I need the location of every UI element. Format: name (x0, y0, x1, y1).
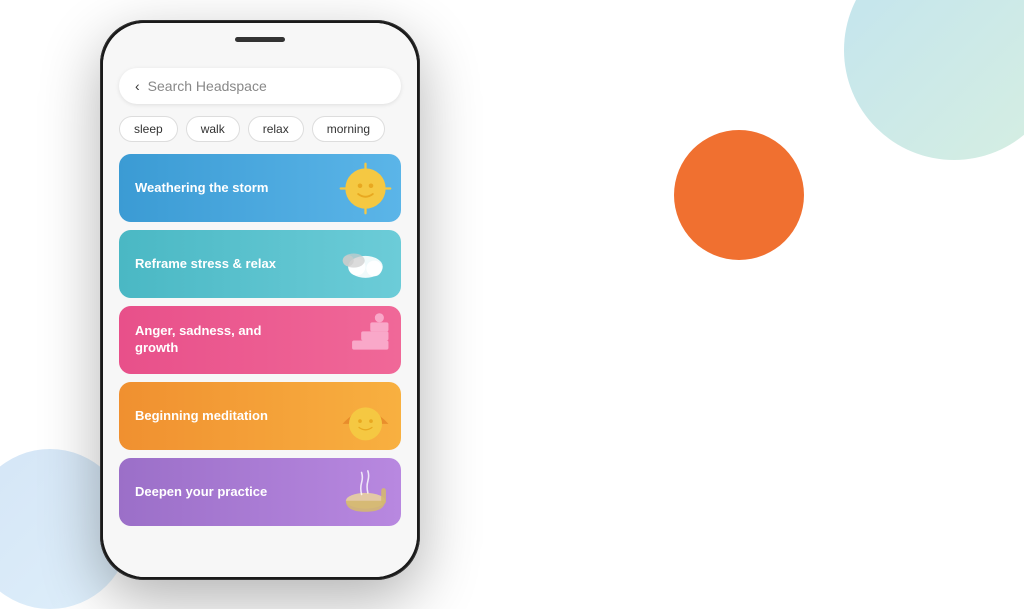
card-illustration-4 (260, 382, 401, 450)
cloud-icon (338, 242, 393, 287)
search-input[interactable]: Search Headspace (148, 78, 385, 94)
card-title-4: Beginning meditation (135, 408, 268, 425)
card-weathering-storm[interactable]: Weathering the storm (119, 154, 401, 222)
sun-icon (338, 161, 393, 216)
meditation-sun-icon (338, 389, 393, 444)
tag-relax[interactable]: relax (248, 116, 304, 142)
phone-body: ‹ Search Headspace sleep walk relax morn… (103, 23, 417, 577)
card-title-3: Anger, sadness, and growth (135, 323, 285, 357)
card-reframe-stress[interactable]: Reframe stress & relax (119, 230, 401, 298)
card-anger-sadness[interactable]: Anger, sadness, and growth (119, 306, 401, 374)
card-beginning-meditation[interactable]: Beginning meditation (119, 382, 401, 450)
orange-circle-decoration (674, 130, 804, 260)
card-illustration-1 (260, 154, 401, 222)
card-deepen-practice[interactable]: Deepen your practice (119, 458, 401, 526)
card-title-2: Reframe stress & relax (135, 256, 276, 273)
tag-morning[interactable]: morning (312, 116, 385, 142)
bowl-icon (338, 470, 393, 515)
search-bar[interactable]: ‹ Search Headspace (119, 68, 401, 104)
cards-list: Weathering the storm (103, 154, 417, 526)
card-illustration-2 (260, 230, 401, 298)
card-illustration-5 (260, 458, 401, 526)
phone-mockup: ‹ Search Headspace sleep walk relax morn… (100, 20, 420, 580)
card-title-5: Deepen your practice (135, 484, 267, 501)
phone-frame: ‹ Search Headspace sleep walk relax morn… (100, 20, 420, 580)
tag-sleep[interactable]: sleep (119, 116, 178, 142)
filter-tags-row: sleep walk relax morning (103, 116, 417, 154)
tag-walk[interactable]: walk (186, 116, 240, 142)
phone-screen: ‹ Search Headspace sleep walk relax morn… (103, 23, 417, 577)
teal-bg-shape (844, 0, 1024, 160)
card-title-1: Weathering the storm (135, 180, 268, 197)
phone-speaker (235, 37, 285, 42)
back-arrow-icon[interactable]: ‹ (135, 78, 140, 94)
steps-icon (343, 313, 393, 368)
